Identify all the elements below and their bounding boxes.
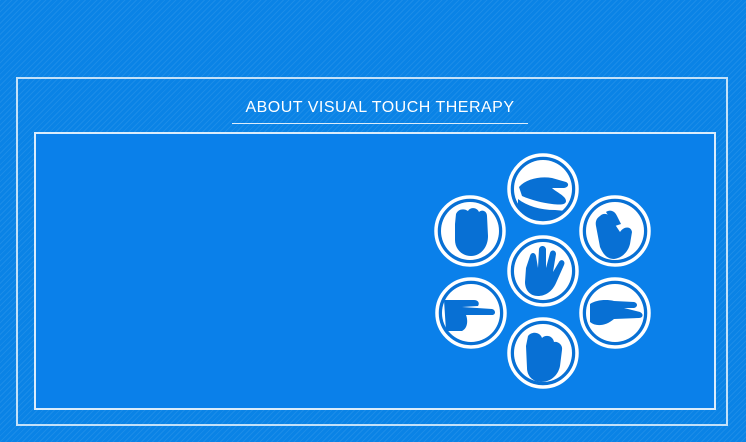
hand-palm-up-icon [507, 153, 579, 225]
hand-pointing-icon [435, 277, 507, 349]
hand-reaching-icon [579, 195, 651, 267]
page-title: ABOUT VISUAL TOUCH THERAPY [245, 99, 515, 116]
title-underline [232, 123, 528, 124]
hand-flat-icon [579, 277, 651, 349]
hand-open-palm-icon [507, 235, 579, 307]
hand-cupped-icon [507, 317, 579, 389]
content-panel [34, 132, 716, 410]
hand-fist-icon [434, 195, 506, 267]
